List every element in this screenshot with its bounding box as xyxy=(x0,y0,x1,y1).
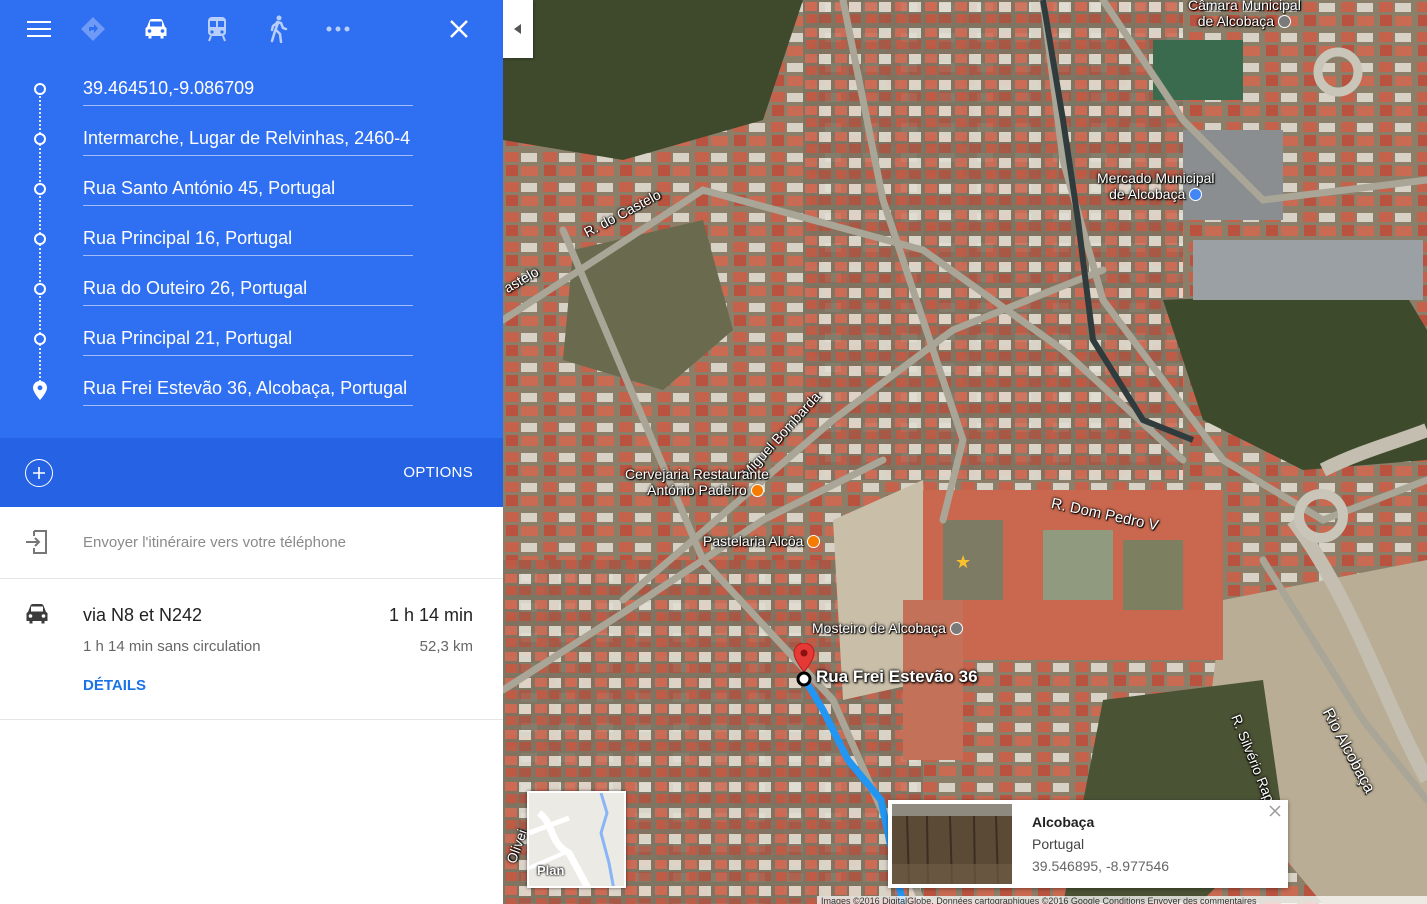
restaurant-icon xyxy=(750,484,764,497)
walking-person-icon xyxy=(270,15,288,43)
route-via: via N8 et N242 xyxy=(83,605,203,625)
more-modes-button[interactable] xyxy=(323,14,353,44)
waypoint-circle-icon xyxy=(34,83,46,95)
card-subtitle: Portugal xyxy=(1032,836,1085,852)
collapse-panel-button[interactable] xyxy=(503,0,533,58)
route-option[interactable]: via N8 et N242 1 h 14 min 1 h 14 min san… xyxy=(0,579,503,720)
waypoint-row[interactable]: Rua Principal 21, Portugal xyxy=(0,313,503,363)
map-type-toggle[interactable]: Plan xyxy=(527,791,626,888)
car-icon xyxy=(145,19,167,39)
waypoint-input[interactable]: Rua Frei Estevão 36, Alcobaça, Portugal xyxy=(83,373,413,403)
waypoint-input[interactable]: Rua Principal 21, Portugal xyxy=(83,323,413,353)
google-maps-directions: Câmara Municipal de Alcobaça Mercado Mun… xyxy=(0,0,1427,904)
waypoint-circle-icon xyxy=(34,133,46,145)
input-underline xyxy=(83,405,413,406)
waypoint-input[interactable]: 39.464510,-9.086709 xyxy=(83,73,413,103)
map-label-camara-line2: de Alcobaça xyxy=(1188,13,1301,29)
close-icon xyxy=(450,20,468,38)
travel-mode-bar xyxy=(0,0,503,58)
input-underline xyxy=(83,155,413,156)
location-info-card[interactable]: Alcobaça Portugal 39.546895, -8.977546 xyxy=(888,800,1288,888)
destination-pin-icon xyxy=(33,381,47,400)
details-link[interactable]: DÉTAILS xyxy=(83,677,146,694)
waypoint-circle-icon xyxy=(34,183,46,195)
waypoint-input[interactable]: Rua Santo António 45, Portugal xyxy=(83,173,413,203)
map-label-mosteiro[interactable]: Mosteiro de Alcobaça xyxy=(812,620,963,636)
cafe-icon xyxy=(807,535,821,548)
waypoint-row[interactable]: Rua do Outeiro 26, Portugal xyxy=(0,263,503,313)
add-destination-button[interactable] xyxy=(25,459,53,487)
plan-label: Plan xyxy=(537,863,565,878)
map-label-mercado-line2: de Alcobaça xyxy=(1097,186,1215,202)
driving-mode-button[interactable] xyxy=(141,14,171,44)
input-underline xyxy=(83,255,413,256)
waypoint-circle-icon xyxy=(34,333,46,345)
map-attribution: Images ©2016 DigitalGlobe, Données carto… xyxy=(817,896,1427,904)
input-underline xyxy=(83,355,413,356)
card-title: Alcobaça xyxy=(1032,814,1095,830)
plus-icon xyxy=(33,467,45,479)
input-underline xyxy=(83,305,413,306)
add-destination-bar: OPTIONS xyxy=(0,438,503,507)
diamond-direction-icon xyxy=(81,17,105,41)
map-label-mercado-line1: Mercado Municipal xyxy=(1097,170,1215,186)
menu-button[interactable] xyxy=(24,14,54,44)
waypoint-row[interactable]: Rua Principal 16, Portugal xyxy=(0,213,503,263)
waypoint-row[interactable]: Rua Santo António 45, Portugal xyxy=(0,163,503,213)
best-route-mode-button[interactable] xyxy=(78,14,108,44)
close-icon[interactable] xyxy=(1268,804,1282,818)
waypoint-input[interactable]: Rua do Outeiro 26, Portugal xyxy=(83,273,413,303)
map-label-cervejaria[interactable]: Cervejaria Restaurante António Padeiro xyxy=(625,466,786,498)
street-view-photo[interactable] xyxy=(892,804,1012,884)
close-directions-button[interactable] xyxy=(444,14,474,44)
map-label-camara[interactable]: Câmara Municipal de Alcobaça xyxy=(1188,0,1301,29)
star-icon: ★ xyxy=(955,552,972,572)
input-underline xyxy=(83,205,413,206)
destination-map-label[interactable]: Rua Frei Estevão 36 xyxy=(816,667,978,687)
route-duration: 1 h 14 min xyxy=(388,605,473,625)
government-building-icon xyxy=(1278,15,1292,28)
send-to-device-icon xyxy=(26,530,47,554)
street-view-image xyxy=(892,804,1012,884)
hamburger-menu-icon xyxy=(27,21,51,37)
walking-mode-button[interactable] xyxy=(263,14,293,44)
directions-header: 39.464510,-9.086709 Intermarche, Lugar d… xyxy=(0,0,503,438)
waypoint-circle-icon xyxy=(34,283,46,295)
input-underline xyxy=(83,105,413,106)
route-end-circle-icon xyxy=(796,671,812,687)
train-icon xyxy=(208,17,226,42)
waypoint-row[interactable]: 39.464510,-9.086709 xyxy=(0,63,503,113)
card-coordinates: 39.546895, -8.977546 xyxy=(1032,858,1170,874)
map-label-cervejaria-line1: Cervejaria Restaurante xyxy=(625,466,769,482)
directions-panel: 39.464510,-9.086709 Intermarche, Lugar d… xyxy=(0,0,503,904)
waypoint-row[interactable]: Rua Frei Estevão 36, Alcobaça, Portugal xyxy=(0,363,503,413)
satellite-map[interactable]: Câmara Municipal de Alcobaça Mercado Mun… xyxy=(503,0,1427,904)
send-to-phone-label: Envoyer l'itinéraire vers votre téléphon… xyxy=(83,534,346,551)
map-label-cervejaria-line2: António Padeiro xyxy=(625,482,786,498)
map-label-pastelaria[interactable]: Pastelaria Alcôa xyxy=(703,533,821,549)
map-label-mercado[interactable]: Mercado Municipal de Alcobaça xyxy=(1097,170,1215,202)
museum-icon xyxy=(949,622,963,635)
destination-pin-icon[interactable] xyxy=(793,643,815,673)
waypoint-input[interactable]: Rua Principal 16, Portugal xyxy=(83,223,413,253)
more-dots-icon xyxy=(326,26,350,32)
map-label-camara-line1: Câmara Municipal xyxy=(1188,0,1301,13)
shopping-cart-icon xyxy=(1189,188,1203,201)
waypoint-row[interactable]: Intermarche, Lugar de Relvinhas, 2460-4 xyxy=(0,113,503,163)
transit-mode-button[interactable] xyxy=(202,14,232,44)
map-label-mosteiro-text: Mosteiro de Alcobaça xyxy=(812,620,946,636)
send-to-phone-row[interactable]: Envoyer l'itinéraire vers votre téléphon… xyxy=(0,507,503,579)
satellite-imagery xyxy=(503,0,1427,904)
route-no-traffic-duration: 1 h 14 min sans circulation xyxy=(83,638,261,655)
route-distance: 52,3 km xyxy=(419,638,473,655)
map-label-pastelaria-text: Pastelaria Alcôa xyxy=(703,533,804,549)
waypoint-input[interactable]: Intermarche, Lugar de Relvinhas, 2460-4 xyxy=(83,123,413,153)
car-icon xyxy=(26,604,48,624)
options-button[interactable]: OPTIONS xyxy=(403,464,473,481)
chevron-left-icon xyxy=(514,24,521,34)
waypoint-circle-icon xyxy=(34,233,46,245)
